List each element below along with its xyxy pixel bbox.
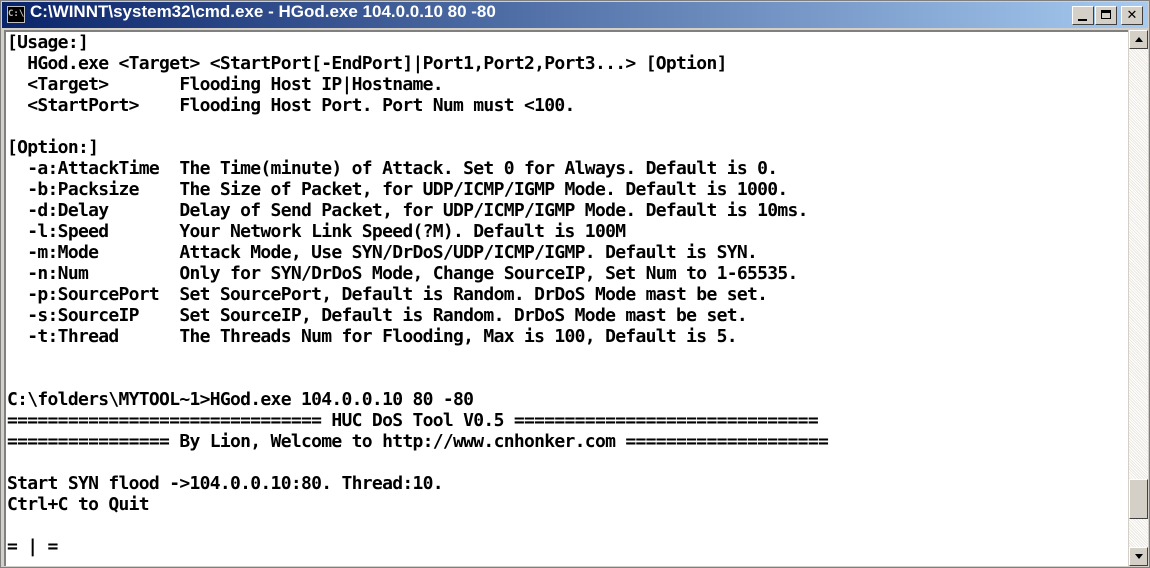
- console-line: -d:Delay Delay of Send Packet, for UDP/I…: [7, 200, 808, 221]
- console-line: = | =: [7, 536, 58, 557]
- maximize-icon: [1101, 10, 1111, 19]
- console-line: <StartPort> Flooding Host Port. Port Num…: [7, 95, 575, 116]
- arrow-up-icon: [1135, 37, 1143, 42]
- console-line: Start SYN flood ->104.0.0.10:80. Thread:…: [7, 473, 444, 494]
- vertical-scrollbar[interactable]: [1129, 30, 1148, 566]
- console-line: -a:AttackTime The Time(minute) of Attack…: [7, 158, 778, 179]
- cmd-window: C:\ C:\WINNT\system32\cmd.exe - HGod.exe…: [0, 0, 1150, 568]
- console-line: =============================== HUC DoS …: [7, 410, 819, 431]
- arrow-down-icon: [1135, 554, 1143, 559]
- console-line: <Target> Flooding Host IP|Hostname.: [7, 74, 443, 95]
- console-line: -s:SourceIP Set SourceIP, Default is Ran…: [7, 305, 747, 326]
- scroll-up-button[interactable]: [1129, 30, 1148, 49]
- console-line: HGod.exe <Target> <StartPort[-EndPort]|P…: [7, 53, 727, 74]
- cmd-app-icon[interactable]: C:\: [7, 6, 25, 23]
- close-icon: ✕: [1126, 8, 1138, 23]
- console-line: -n:Num Only for SYN/DrDoS Mode, Change S…: [7, 263, 798, 284]
- console-line: C:\folders\MYTOOL~1>HGod.exe 104.0.0.10 …: [7, 389, 474, 410]
- console-lines: [Usage:] HGod.exe <Target> <StartPort[-E…: [7, 32, 829, 557]
- maximize-button[interactable]: [1095, 6, 1117, 25]
- console-line: -l:Speed Your Network Link Speed(?M). De…: [7, 221, 626, 242]
- console-line: -t:Thread The Threads Num for Flooding, …: [7, 326, 737, 347]
- console-line: -m:Mode Attack Mode, Use SYN/DrDoS/UDP/I…: [7, 242, 758, 263]
- console-line: -b:Packsize The Size of Packet, for UDP/…: [7, 179, 788, 200]
- minimize-icon: [1078, 19, 1087, 21]
- console-line: [Usage:]: [7, 32, 89, 53]
- console-line: [Option:]: [7, 137, 99, 158]
- console-output[interactable]: [Usage:] HGod.exe <Target> <StartPort[-E…: [4, 30, 1128, 566]
- minimize-button[interactable]: [1072, 6, 1094, 25]
- console-line: Ctrl+C to Quit: [7, 494, 150, 515]
- scroll-thumb[interactable]: [1129, 479, 1148, 519]
- console-line: ================ By Lion, Welcome to htt…: [7, 431, 829, 452]
- window-title: C:\WINNT\system32\cmd.exe - HGod.exe 104…: [30, 2, 496, 21]
- scroll-down-button[interactable]: [1129, 547, 1148, 566]
- close-button[interactable]: ✕: [1121, 6, 1143, 25]
- title-bar[interactable]: C:\ C:\WINNT\system32\cmd.exe - HGod.exe…: [2, 2, 1148, 28]
- console-line: -p:SourcePort Set SourcePort, Default is…: [7, 284, 768, 305]
